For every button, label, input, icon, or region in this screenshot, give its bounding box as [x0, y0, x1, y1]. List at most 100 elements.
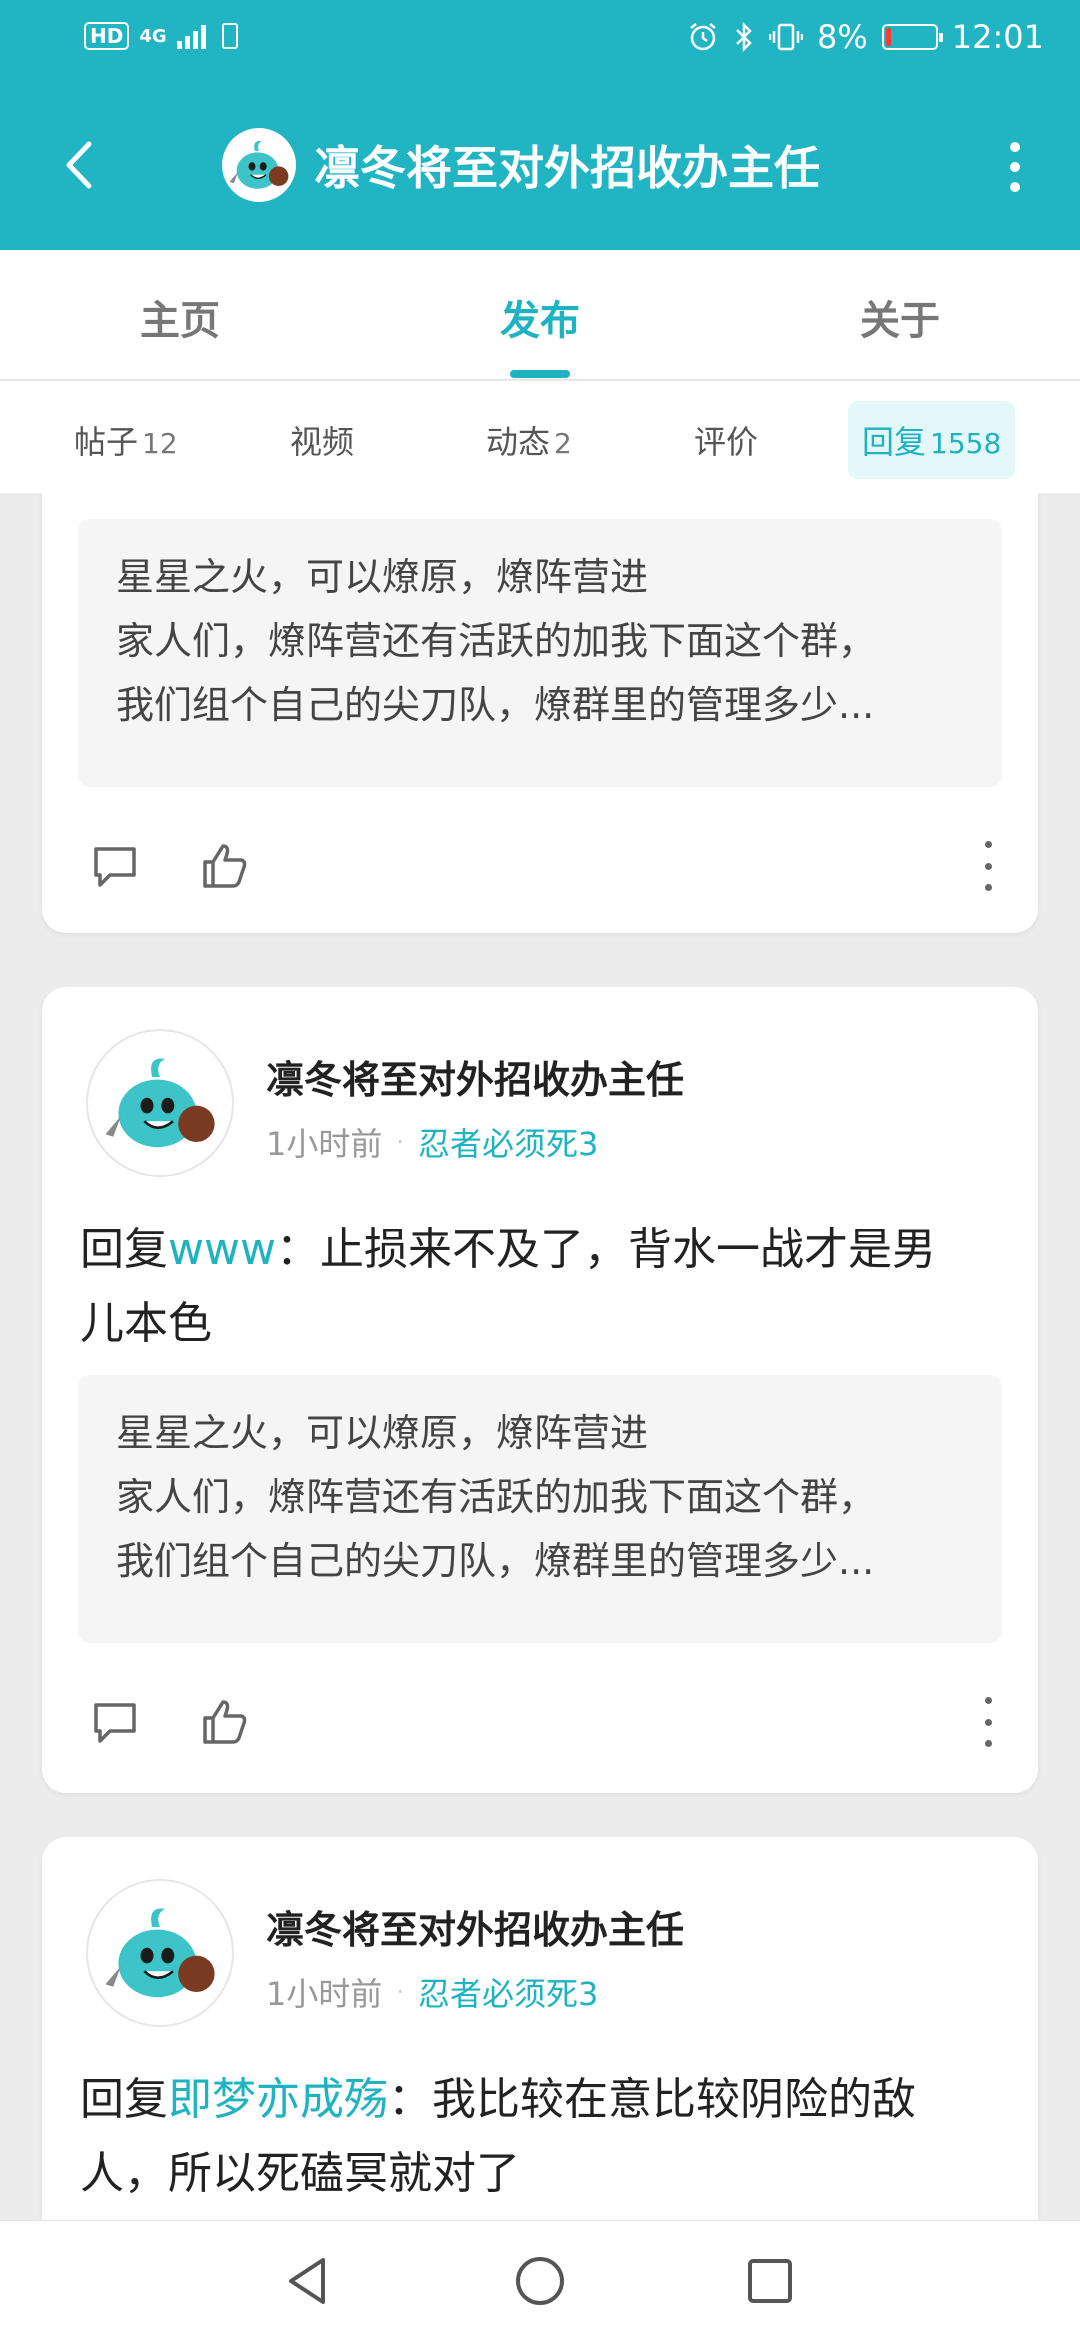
clock: 12:01: [951, 18, 1044, 56]
reply-prefix: 回复: [80, 1224, 168, 1275]
author-name[interactable]: 凛冬将至对外招收办主任: [266, 1899, 684, 1954]
dot: [984, 841, 992, 848]
subtab-label: 回复: [862, 423, 927, 461]
battery-icon: [881, 24, 943, 50]
triangle-back-icon: [289, 2258, 325, 2304]
square-recents-icon: [748, 2259, 792, 2303]
tab-published[interactable]: 发布: [500, 288, 580, 346]
dot: [1010, 142, 1020, 152]
main-tabs: 主页 发布 关于: [0, 250, 1080, 380]
dot: [984, 1740, 992, 1747]
subtab-count: 12: [142, 427, 178, 460]
subtab-label: 视频: [290, 423, 355, 461]
comment-button[interactable]: [80, 831, 150, 901]
quoted-post-excerpt: 家人们，燎阵营还有活跃的加我下面这个群， 我们组个自己的尖刀队，燎群里的管理多少…: [116, 1465, 964, 1593]
subtab-moments[interactable]: 动态 2: [486, 417, 572, 463]
reply-line: 人，所以死磕冥就对了: [80, 2148, 520, 2199]
game-tag[interactable]: 忍者必须死3: [418, 1119, 598, 1165]
author-avatar[interactable]: [86, 1879, 234, 2027]
card-more-button[interactable]: [978, 1697, 998, 1747]
dot: [1010, 162, 1020, 172]
reply-line: 儿本色: [80, 1298, 212, 1349]
post-time: 1小时前: [266, 1125, 383, 1163]
author-name[interactable]: 凛冬将至对外招收办主任: [266, 1049, 684, 1104]
back-arrow-icon: [66, 141, 92, 189]
game-tag[interactable]: 忍者必须死3: [418, 1969, 598, 2015]
alarm-icon: [690, 23, 716, 51]
reply-feed[interactable]: 星星之火，可以燎原，燎阵营进 家人们，燎阵营还有活跃的加我下面这个群， 我们组个…: [0, 493, 1080, 2220]
reply-line: 回复www：止损来不及了，背水一战才是男: [80, 1213, 1020, 1287]
reply-card: 凛冬将至对外招收办主任 1小时前 · 忍者必须死3 回复即梦亦成殇：我比较在意比…: [42, 1837, 1038, 2220]
dot: [1010, 182, 1020, 192]
subtab-count: 2: [554, 427, 572, 460]
reply-mention[interactable]: www: [168, 1224, 276, 1275]
back-button[interactable]: [44, 130, 114, 200]
reply-content: ：我比较在意比较阴险的敌: [388, 2074, 916, 2125]
like-button[interactable]: [190, 1687, 260, 1757]
quoted-post[interactable]: 星星之火，可以燎原，燎阵营进 家人们，燎阵营还有活跃的加我下面这个群， 我们组个…: [78, 1375, 1002, 1643]
subtab-label: 动态: [486, 423, 551, 461]
reply-card: 星星之火，可以燎原，燎阵营进 家人们，燎阵营还有活跃的加我下面这个群， 我们组个…: [42, 493, 1038, 933]
card-more-button[interactable]: [978, 841, 998, 891]
post-meta: 1小时前 · 忍者必须死3: [266, 1119, 598, 1165]
meta-separator: ·: [396, 1128, 405, 1156]
hd-badge: HD: [84, 22, 130, 50]
subtab-replies[interactable]: 回复 1558: [848, 401, 1016, 479]
quoted-post-title: 星星之火，可以燎原，燎阵营进: [116, 555, 649, 599]
nav-bar: 凛冬将至对外招收办主任: [0, 80, 1080, 250]
quoted-post-line: 家人们，燎阵营还有活跃的加我下面这个群，: [116, 619, 877, 663]
subtab-reviews[interactable]: 评价: [694, 417, 762, 463]
quoted-post-title: 星星之火，可以燎原，燎阵营进: [116, 1411, 649, 1455]
post-meta: 1小时前 · 忍者必须死3: [266, 1969, 598, 2015]
card-actions: [42, 1687, 1038, 1757]
nav-recents-button[interactable]: [740, 2251, 800, 2311]
bluetooth-icon: [736, 21, 752, 53]
reply-text: 回复www：止损来不及了，背水一战才是男 儿本色: [80, 1213, 1020, 1361]
battery-percent: 8%: [817, 18, 868, 56]
app-root: HD 4G 8% 12:01 凛冬将至对外招收办主任 主页 发布 关于 帖子 1…: [0, 0, 1080, 2340]
comment-icon: [94, 847, 136, 887]
sim-icon: [221, 23, 238, 49]
dot: [984, 884, 992, 891]
tab-home[interactable]: 主页: [140, 288, 220, 346]
author-avatar[interactable]: [86, 1029, 234, 1177]
card-actions: [42, 831, 1038, 901]
thumbs-up-icon: [203, 844, 247, 888]
quoted-post-line: 我们组个自己的尖刀队，燎群里的管理多少...: [116, 683, 875, 727]
quoted-post-line: 我们组个自己的尖刀队，燎群里的管理多少...: [116, 1539, 875, 1583]
reply-mention[interactable]: 即梦亦成殇: [168, 2074, 388, 2125]
meta-separator: ·: [396, 1978, 405, 2006]
subtab-count: 1558: [930, 427, 1002, 460]
reply-card: 凛冬将至对外招收办主任 1小时前 · 忍者必须死3 回复www：止损来不及了，背…: [42, 987, 1038, 1793]
more-options-button[interactable]: [990, 132, 1040, 202]
post-time: 1小时前: [266, 1975, 383, 2013]
reply-content: ：止损来不及了，背水一战才是男: [275, 1224, 936, 1275]
subtab-videos[interactable]: 视频: [290, 417, 358, 463]
quoted-post-line: 家人们，燎阵营还有活跃的加我下面这个群，: [116, 1475, 877, 1519]
status-right: 8% 12:01: [687, 18, 1044, 56]
nav-back-button[interactable]: [278, 2251, 338, 2311]
comment-button[interactable]: [80, 1687, 150, 1757]
vibrate-icon: [769, 23, 804, 51]
reply-text: 回复即梦亦成殇：我比较在意比较阴险的敌 人，所以死磕冥就对了: [80, 2063, 1020, 2211]
subtab-label: 帖子: [74, 423, 139, 461]
quoted-post[interactable]: 星星之火，可以燎原，燎阵营进 家人们，燎阵营还有活跃的加我下面这个群， 我们组个…: [78, 519, 1002, 787]
subtab-label: 评价: [694, 423, 759, 461]
circle-home-icon: [516, 2257, 564, 2305]
status-left: HD 4G: [84, 22, 239, 50]
header-avatar[interactable]: [222, 128, 296, 202]
comment-icon: [94, 1703, 136, 1743]
quoted-post-excerpt: 家人们，燎阵营还有活跃的加我下面这个群， 我们组个自己的尖刀队，燎群里的管理多少…: [116, 609, 964, 737]
dot: [984, 1697, 992, 1704]
top-header: HD 4G 8% 12:01 凛冬将至对外招收办主任: [0, 0, 1080, 250]
slime-mascot-icon: [229, 141, 289, 189]
like-button[interactable]: [190, 831, 260, 901]
page-title: 凛冬将至对外招收办主任: [314, 141, 820, 195]
subtab-posts[interactable]: 帖子 12: [74, 417, 178, 463]
tab-about[interactable]: 关于: [860, 288, 940, 346]
profile-title: 凛冬将至对外招收办主任: [222, 128, 820, 202]
nav-home-button[interactable]: [510, 2251, 570, 2311]
network-label: 4G: [139, 25, 167, 47]
active-tab-indicator: [510, 370, 570, 378]
system-nav-bar: [0, 2220, 1080, 2340]
